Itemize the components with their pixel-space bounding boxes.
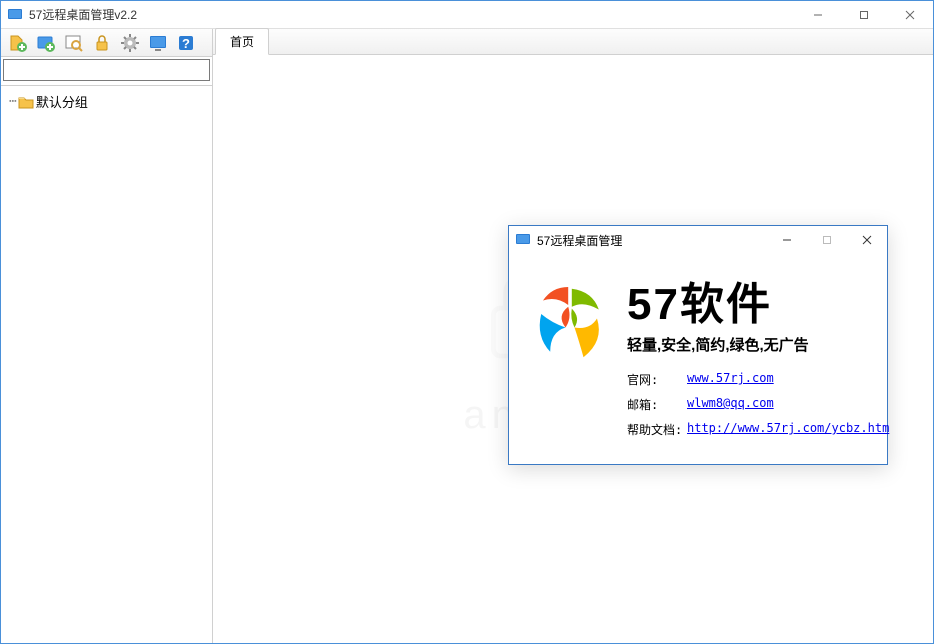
help-link[interactable]: http://www.57rj.com/ycbz.htm [687,421,889,438]
toolbar: ? [1,29,212,57]
search-box [3,59,210,81]
website-label: 官网: [627,371,687,388]
windows-logo-icon [525,278,615,368]
app-icon [7,7,23,23]
search-input[interactable] [4,60,209,80]
tree-node-label: 默认分组 [36,92,88,111]
website-link[interactable]: www.57rj.com [687,371,774,388]
titlebar: 57远程桌面管理v2.2 [1,1,933,29]
about-dialog: 57远程桌面管理 [508,225,888,465]
tab-bar: 首页 [213,29,933,55]
help-label: 帮助文档: [627,421,687,438]
tree-expand-icon: ⋯ [9,94,16,109]
settings-button[interactable] [117,31,143,55]
close-button[interactable] [887,1,933,29]
help-button[interactable]: ? [173,31,199,55]
maximize-button[interactable] [841,1,887,29]
minimize-button[interactable] [795,1,841,29]
main-window: 57远程桌面管理v2.2 [0,0,934,644]
lock-button[interactable] [89,31,115,55]
content-area: anxz.com 57远程桌面管理 [213,55,933,643]
tab-home[interactable]: 首页 [215,28,269,55]
search-button[interactable] [61,31,87,55]
dialog-titlebar: 57远程桌面管理 [509,226,887,254]
brand-title: 57软件 [627,268,889,332]
connection-tree[interactable]: ⋯ 默认分组 [1,85,212,643]
email-link[interactable]: wlwm8@qq.com [687,396,774,413]
dialog-close-button[interactable] [847,226,887,254]
window-controls [795,1,933,29]
svg-text:?: ? [182,36,190,51]
brand-slogan: 轻量,安全,简约,绿色,无广告 [627,334,889,355]
add-group-button[interactable] [33,31,59,55]
window-title: 57远程桌面管理v2.2 [29,6,795,23]
dialog-maximize-button [807,226,847,254]
sidebar: ? ⋯ 默认分组 [1,29,213,643]
dialog-title: 57远程桌面管理 [537,232,767,249]
tree-node-default-group[interactable]: ⋯ 默认分组 [3,90,210,113]
tab-label: 首页 [230,35,254,49]
dialog-body: 57软件 轻量,安全,简约,绿色,无广告 官网: www.57rj.com 邮箱… [509,254,887,464]
folder-icon [18,95,34,109]
email-label: 邮箱: [627,396,687,413]
dialog-app-icon [515,232,531,248]
dialog-minimize-button[interactable] [767,226,807,254]
add-connection-button[interactable] [5,31,31,55]
monitor-button[interactable] [145,31,171,55]
main-area: 首页 anxz.com [213,29,933,643]
